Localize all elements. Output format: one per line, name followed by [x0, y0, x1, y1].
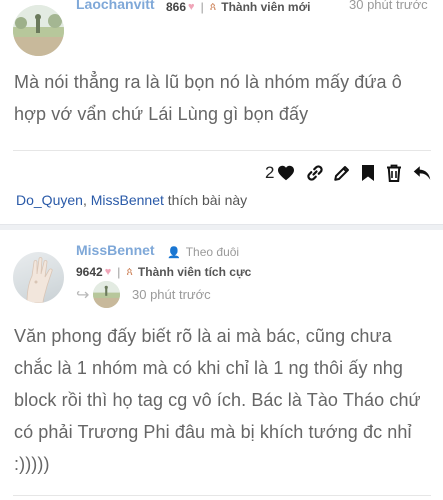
- post-body: Mà nói thẳng ra là lũ bọn nó là nhóm mấy…: [14, 72, 402, 124]
- reply-icon[interactable]: [413, 165, 431, 181]
- rank-icon: ጰ: [209, 0, 217, 13]
- post-actions: 2: [265, 163, 431, 183]
- reply-arrow-icon: ↪: [76, 286, 90, 304]
- avatar[interactable]: [13, 5, 64, 56]
- post-time[interactable]: 30 phút trước: [349, 0, 428, 12]
- rank: Thành viên mới: [221, 0, 311, 14]
- link-icon[interactable]: [306, 164, 324, 182]
- liker-link[interactable]: Do_Quyen: [16, 192, 83, 208]
- likers-separator: ,: [82, 192, 91, 208]
- likes-suffix: thích bài này: [167, 192, 248, 208]
- like-count: 2: [265, 163, 275, 182]
- username[interactable]: Laochanvitt: [76, 0, 155, 12]
- user-meta: 866 ♥ | ጰ Thành viên mới: [166, 0, 310, 14]
- reply-avatar[interactable]: [93, 281, 121, 308]
- bookmark-icon[interactable]: [361, 164, 375, 182]
- heart-small-icon: ♥: [104, 266, 112, 278]
- separator: |: [117, 265, 121, 279]
- post-2: MissBennet 👤 Theo đuôi 9642 ♥ | ጰ Thành …: [0, 230, 443, 500]
- trash-icon[interactable]: [386, 164, 402, 182]
- post-body: Văn phong đấy biết rõ là ai mà bác, cũng…: [14, 326, 421, 474]
- follow-button[interactable]: 👤 Theo đuôi: [167, 245, 239, 259]
- likes-line: Do_Quyen, MissBennet thích bài này: [16, 192, 247, 208]
- divider: [13, 495, 431, 496]
- points: 9642: [76, 265, 103, 279]
- heart-icon[interactable]: [277, 165, 295, 181]
- rank: Thành viên tích cực: [137, 265, 252, 279]
- post-1: Laochanvitt 866 ♥ | ጰ Thành viên mới 30 …: [0, 0, 443, 224]
- separator: |: [200, 0, 204, 14]
- pencil-icon[interactable]: [333, 164, 351, 182]
- user-meta: 9642 ♥ | ጰ Thành viên tích cực: [76, 265, 251, 279]
- divider: [13, 150, 431, 151]
- heart-small-icon: ♥: [188, 1, 195, 13]
- follow-label: Theo đuôi: [185, 245, 240, 259]
- username[interactable]: MissBennet: [76, 242, 155, 258]
- liker-link[interactable]: MissBennet: [91, 192, 164, 208]
- follow-person-icon: 👤: [167, 246, 181, 259]
- post-time[interactable]: 30 phút trước: [132, 287, 211, 302]
- rank-icon: ጰ: [126, 265, 133, 278]
- avatar[interactable]: [13, 252, 64, 303]
- reply-to[interactable]: ↪: [76, 281, 121, 308]
- points: 866: [166, 0, 187, 14]
